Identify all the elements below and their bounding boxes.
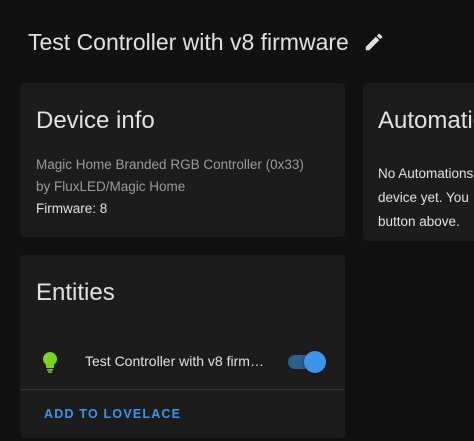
page-header: Test Controller with v8 firmware [28, 26, 385, 58]
automations-text-line: button above. [378, 214, 460, 229]
lightbulb-icon[interactable] [38, 350, 62, 374]
automations-title: Automations [378, 107, 474, 134]
device-model: Magic Home Branded RGB Controller (0x33)… [36, 154, 336, 198]
pencil-icon[interactable] [363, 31, 385, 53]
add-to-lovelace-button[interactable]: ADD TO LOVELACE [44, 407, 181, 421]
divider [20, 389, 345, 390]
entity-row[interactable]: Test Controller with v8 firmware [20, 345, 345, 379]
automations-text-line: device yet. You [378, 190, 469, 205]
device-info-card: Device info Magic Home Branded RGB Contr… [20, 83, 345, 237]
toggle-knob [304, 351, 326, 373]
device-model-line: Magic Home Branded RGB Controller (0x33) [36, 157, 304, 172]
page-title: Test Controller with v8 firmware [28, 28, 349, 55]
automations-card: Automations No Automations device yet. Y… [363, 83, 474, 241]
entity-toggle[interactable] [286, 351, 326, 373]
entities-card: Entities Test Controller with v8 firmwar… [20, 255, 345, 438]
automations-empty-text: No Automations device yet. You button ab… [378, 162, 474, 234]
entities-title: Entities [36, 279, 115, 306]
entity-name[interactable]: Test Controller with v8 firmware [85, 353, 268, 369]
device-manufacturer-line: by FluxLED/Magic Home [36, 179, 186, 194]
automations-text-line: No Automations [378, 166, 474, 181]
device-firmware: Firmware: 8 [36, 201, 108, 216]
device-info-title: Device info [36, 107, 155, 134]
